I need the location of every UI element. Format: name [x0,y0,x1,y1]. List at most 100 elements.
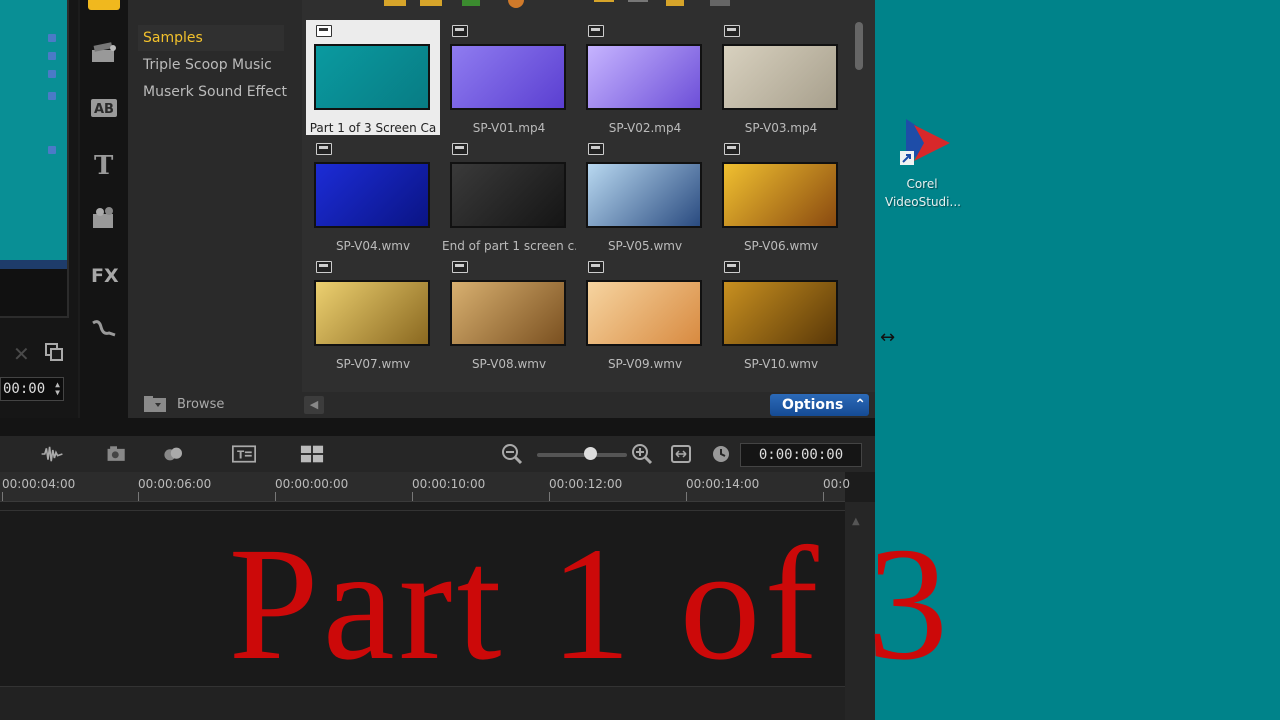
media-thumbnail[interactable]: SP-V10.wmv [714,256,848,371]
media-thumbnail[interactable]: End of part 1 screen c... [442,138,576,253]
preview-desktop-image [0,0,67,260]
transition-icon[interactable]: AB [88,92,120,124]
library-toolbar-icons [384,0,730,8]
options-label: Options [782,397,844,413]
zoom-out-icon[interactable] [500,443,524,465]
browse-button[interactable]: Browse [143,393,224,415]
instant-project-icon[interactable] [88,36,120,68]
media-thumbnail[interactable]: SP-V08.wmv [442,256,576,371]
media-thumbnail[interactable]: SP-V01.mp4 [442,20,576,135]
zoom-in-icon[interactable] [630,443,654,465]
desktop-shortcut-label-line2: VideoStudi... [885,195,961,209]
copy-icon[interactable] [44,342,64,362]
preview-desktop-icon [48,52,56,60]
svg-text:T: T [237,449,244,461]
svg-text:AB: AB [94,102,114,117]
desktop-shortcut-label-line1: Corel [906,177,938,191]
video-badge-icon [316,261,332,273]
options-button[interactable]: Options ⌃ [770,394,869,416]
ruler-tick-label: 00:00:12:00 [549,477,623,491]
resize-cursor-icon: ↔ [880,327,896,348]
desktop-shortcut-corel-videostudio[interactable]: Corel VideoStudi... [885,115,961,215]
library-scrollbar[interactable] [855,22,863,70]
video-badge-icon [452,25,468,37]
graphic-icon[interactable] [88,202,120,234]
thumbnail-image [314,280,430,346]
media-thumbnail[interactable]: SP-V02.mp4 [578,20,712,135]
timeline-timecode[interactable]: 0:00:00:00 [740,443,862,467]
media-thumbnail[interactable]: SP-V07.wmv [306,256,440,371]
thumbnail-label: SP-V10.wmv [743,357,819,371]
thumbnail-label: SP-V03.mp4 [744,121,818,135]
spinner-arrows-icon[interactable]: ▲ ▼ [55,381,60,397]
overlay-title-text: Part 1 of 3 [228,515,952,694]
ruler-tick-label: 00:00:14:00 [686,477,760,491]
thumbnail-label: SP-V04.wmv [335,239,411,253]
media-thumbnail[interactable]: SP-V03.mp4 [714,20,848,135]
clock-icon[interactable] [709,443,733,465]
preview-desktop-icon [48,34,56,42]
preview-desktop-icon [48,70,56,78]
library-grid: Part 1 of 3 Screen Ca SP-V01.mp4 SP-V02.mp… [302,0,875,418]
preview-timecode[interactable]: 00:00 ▲ ▼ [0,377,64,401]
path-icon[interactable] [88,312,120,344]
filter-fx-icon[interactable]: FX [88,258,120,290]
ruler-tick-label: 00:00:10:00 [412,477,486,491]
video-badge-icon [588,25,604,37]
video-badge-icon [724,25,740,37]
ruler-tick-mark [823,492,824,501]
svg-text:FX: FX [91,265,119,287]
ruler-tick-label: 00:0 [823,477,850,491]
thumbnail-label: SP-V01.mp4 [472,121,546,135]
preview-screen[interactable] [0,0,69,318]
video-badge-icon [588,261,604,273]
preview-desktop-icon [48,92,56,100]
media-category-button[interactable] [88,0,120,10]
thumbnail-label: End of part 1 screen c... [442,239,576,253]
ruler-tick-mark [686,492,687,501]
folder-triple-scoop-music[interactable]: Triple Scoop Music [143,57,272,73]
thumbnail-image [586,280,702,346]
ruler-tick-mark [275,492,276,501]
auto-music-icon[interactable] [105,443,129,465]
media-thumbnail[interactable]: SP-V04.wmv [306,138,440,253]
ruler-tick-mark [2,492,3,501]
thumbnail-image [450,44,566,110]
zoom-slider-handle[interactable] [584,447,597,460]
panel-divider[interactable] [0,418,875,436]
ruler-tick-mark [549,492,550,501]
preview-panel: ✕ 00:00 ▲ ▼ [0,0,78,418]
timeline-ruler[interactable]: 00:00:04:00 00:00:06:00 00:00:00:00 00:00:1… [0,472,850,502]
thumbnail-label: SP-V05.wmv [607,239,683,253]
media-thumbnail[interactable]: Part 1 of 3 Screen Ca [306,20,440,135]
folder-muserk-sound-effect[interactable]: Muserk Sound Effect [143,84,287,100]
ruler-tick-label: 00:00:06:00 [138,477,212,491]
corel-videostudio-app-icon [900,119,950,165]
thumbnail-image [722,44,838,110]
timeline-toolbar: T 0:00:00:00 [0,436,875,472]
folder-samples[interactable]: Samples [143,30,203,46]
subtitle-editor-icon[interactable]: T [232,443,256,465]
video-badge-icon [316,25,332,37]
fit-to-window-icon[interactable] [669,443,693,465]
media-thumbnail[interactable]: SP-V06.wmv [714,138,848,253]
thumbnail-image [314,44,430,110]
ruler-tick-mark [412,492,413,501]
title-icon[interactable]: T [88,148,120,180]
library-category-rail: AB T FX [80,0,128,418]
media-thumbnail[interactable]: SP-V05.wmv [578,138,712,253]
multi-camera-icon[interactable] [300,443,324,465]
media-thumbnail[interactable]: SP-V09.wmv [578,256,712,371]
audio-waveform-icon[interactable] [40,443,64,465]
thumbnail-label: SP-V02.mp4 [608,121,682,135]
video-badge-icon [724,143,740,155]
video-badge-icon [316,143,332,155]
motion-tracking-icon[interactable] [162,443,186,465]
ruler-tick-label: 00:00:04:00 [2,477,76,491]
thumbnail-label: SP-V08.wmv [471,357,547,371]
zoom-slider-track[interactable] [537,453,627,457]
thumbnail-image [722,280,838,346]
close-icon[interactable]: ✕ [13,342,30,366]
video-badge-icon [588,143,604,155]
collapse-left-icon[interactable]: ◀ [304,396,324,414]
